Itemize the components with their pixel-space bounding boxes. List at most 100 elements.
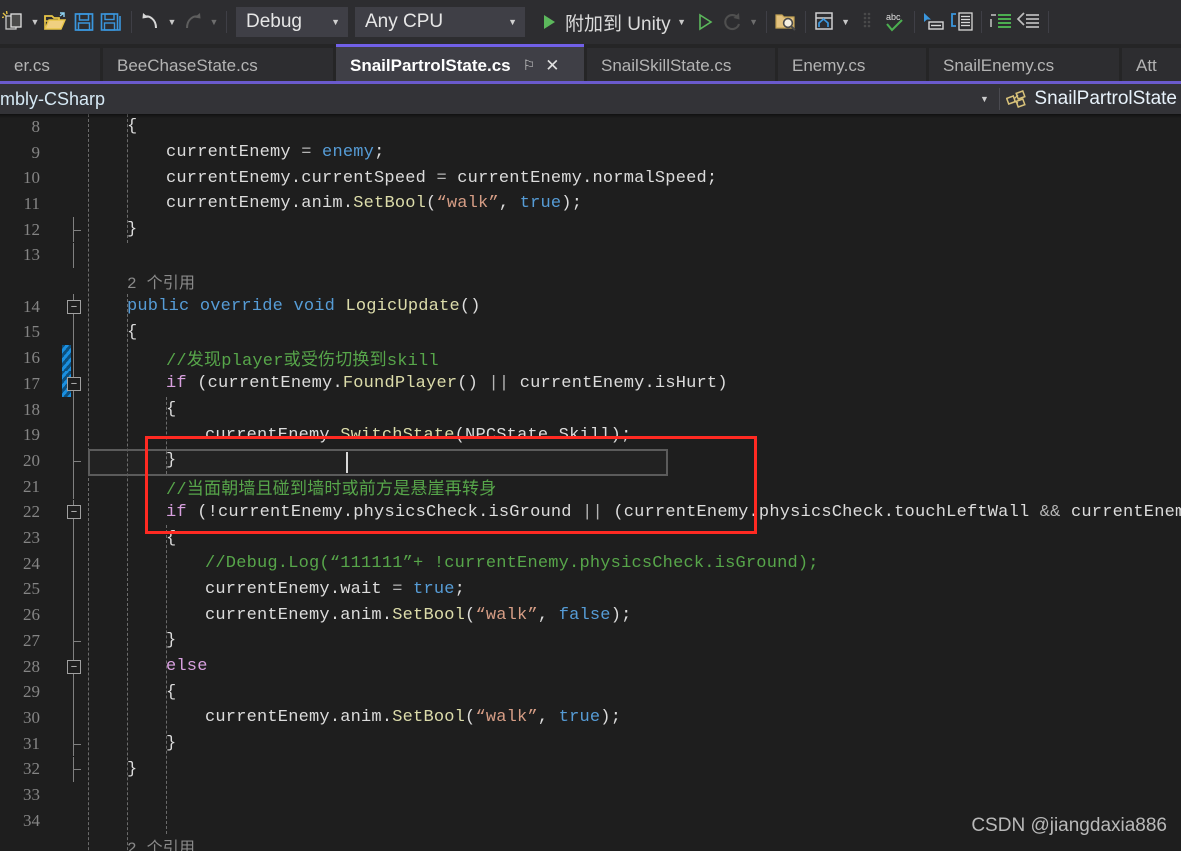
glyph-margin[interactable] — [46, 602, 88, 628]
code-text[interactable]: currentEnemy.wait = true; — [88, 577, 1181, 603]
code-text[interactable]: } — [88, 757, 1181, 783]
toolbar-new-project[interactable]: ▼ — [0, 6, 42, 38]
glyph-margin[interactable] — [46, 679, 88, 706]
code-text[interactable]: 2 个引用 — [88, 268, 1181, 294]
code-line-row[interactable]: 19 currentEnemy. SwitchState (NPCState.Skil… — [0, 422, 1181, 449]
toolbar-spell-check[interactable]: abc — [881, 6, 909, 38]
pin-tab-icon[interactable]: ⚐ — [523, 57, 536, 74]
glyph-margin[interactable] — [46, 114, 88, 140]
type-selector[interactable]: SnailPartrolState — [1000, 84, 1181, 114]
code-line-row[interactable]: 13 — [0, 242, 1181, 269]
code-text[interactable]: public override void LogicUpdate() — [88, 294, 1181, 320]
glyph-margin[interactable] — [46, 628, 88, 654]
editor-tab[interactable]: SnailPartrolState.cs ⚐ ✕ — [336, 44, 584, 84]
toolbar-save[interactable] — [70, 6, 98, 38]
code-line-row[interactable]: 17− if (currentEnemy. FoundPlayer() || cur… — [0, 371, 1181, 397]
code-text[interactable]: currentEnemy. SwitchState (NPCState.Skill)… — [88, 422, 1181, 448]
toolbar-start-without-debugging[interactable] — [691, 6, 719, 38]
glyph-margin[interactable] — [46, 576, 88, 603]
glyph-margin[interactable] — [46, 140, 88, 166]
code-text[interactable]: currentEnemy.anim. SetBool(“walk”, true); — [88, 191, 1181, 217]
code-text[interactable]: if (currentEnemy. FoundPlayer() || curren… — [88, 371, 1181, 397]
code-text[interactable]: } — [88, 731, 1181, 757]
toolbar-save-all[interactable] — [98, 6, 126, 38]
platform-dropdown[interactable]: Any CPU ▼ — [355, 7, 525, 37]
code-text[interactable]: { — [88, 114, 1181, 140]
code-line-row[interactable]: 16 //发现player或受伤切换到skill — [0, 345, 1181, 371]
glyph-margin[interactable] — [46, 242, 88, 269]
glyph-margin[interactable] — [46, 525, 88, 551]
glyph-margin[interactable]: − — [46, 371, 88, 397]
code-line-row[interactable]: 20} — [0, 448, 1181, 474]
code-text[interactable]: currentEnemy.anim. SetBool(“walk”, false)… — [88, 602, 1181, 628]
glyph-margin[interactable]: − — [46, 499, 88, 526]
code-line-row[interactable]: 33 — [0, 782, 1181, 808]
code-line-row[interactable]: 22− if (!currentEnemy.physicsCheck.isGrou… — [0, 499, 1181, 526]
codelens-reference-count[interactable]: 2 个引用 — [88, 269, 195, 293]
glyph-margin[interactable] — [46, 473, 88, 500]
glyph-margin[interactable] — [46, 165, 88, 191]
code-line-row[interactable]: 21 //当面朝墙且碰到墙时或前方是悬崖再转身 — [0, 473, 1181, 500]
chevron-down-icon[interactable]: ▼ — [28, 8, 42, 36]
code-line-row[interactable]: 29 { — [0, 679, 1181, 706]
glyph-margin[interactable] — [46, 422, 88, 449]
code-line-row[interactable]: 9 currentEnemy = enemy; — [0, 140, 1181, 166]
close-icon[interactable]: ✕ — [545, 56, 559, 76]
code-line-row[interactable]: 25 currentEnemy.wait = true; — [0, 576, 1181, 603]
build-configuration-dropdown[interactable]: Debug ▼ — [236, 7, 348, 37]
toolbar-comment-selection[interactable] — [920, 6, 948, 38]
code-text[interactable]: { — [88, 679, 1181, 705]
toolbar-overflow[interactable] — [853, 6, 881, 38]
code-text[interactable] — [88, 243, 1181, 269]
collapse-toggle[interactable]: − — [67, 376, 81, 391]
editor-tab[interactable]: BeeChaseState.cs — [103, 48, 333, 84]
code-text[interactable]: { — [88, 320, 1181, 346]
glyph-margin[interactable] — [46, 448, 88, 474]
editor-tab[interactable]: SnailSkillState.cs — [587, 48, 775, 84]
chevron-down-icon[interactable]: ▼ — [675, 8, 689, 36]
collapse-toggle[interactable]: − — [67, 299, 81, 314]
glyph-margin[interactable] — [46, 782, 88, 808]
code-text[interactable]: if (!currentEnemy.physicsCheck.isGround … — [88, 500, 1181, 526]
code-line-row[interactable]: 23 { — [0, 525, 1181, 551]
code-text[interactable]: //当面朝墙且碰到墙时或前方是悬崖再转身 — [88, 474, 1181, 500]
editor-tab[interactable]: SnailEnemy.cs — [929, 48, 1119, 84]
code-text[interactable]: { — [88, 525, 1181, 551]
collapse-toggle[interactable]: − — [67, 505, 81, 520]
editor-tab[interactable]: er.cs — [0, 48, 100, 84]
chevron-down-icon[interactable]: ▼ — [969, 94, 999, 104]
code-text[interactable]: } — [88, 448, 1181, 474]
toolbar-open-file[interactable] — [42, 6, 70, 38]
glyph-margin[interactable] — [46, 756, 88, 783]
code-line-row[interactable]: 32} — [0, 756, 1181, 783]
toolbar-search-solution[interactable] — [772, 6, 800, 38]
editor-tab[interactable]: Att — [1122, 48, 1181, 84]
glyph-margin[interactable] — [46, 834, 88, 851]
attach-to-unity-button[interactable]: 附加到 Unity ▼ — [535, 6, 691, 38]
code-line-row[interactable]: 24 //Debug.Log(“111111”+ !currentEnemy.ph… — [0, 550, 1181, 577]
glyph-margin[interactable] — [46, 345, 88, 371]
code-line-row[interactable]: 8{ — [0, 114, 1181, 140]
code-line-row[interactable]: 27} — [0, 628, 1181, 654]
toolbar-increase-indent[interactable] — [987, 6, 1015, 38]
code-line-row[interactable]: 26 currentEnemy.anim. SetBool(“walk”, fals… — [0, 602, 1181, 628]
code-line-row[interactable]: 30 currentEnemy.anim. SetBool(“walk”, true… — [0, 705, 1181, 731]
editor-tab[interactable]: Enemy.cs — [778, 48, 926, 84]
code-text[interactable]: //发现player或受伤切换到skill — [88, 345, 1181, 371]
code-text[interactable]: //Debug.Log(“111111”+ !currentEnemy.phys… — [88, 551, 1181, 577]
chevron-down-icon[interactable]: ▼ — [165, 8, 179, 36]
code-line-row[interactable]: 10 currentEnemy.currentSpeed = currentEne… — [0, 165, 1181, 191]
glyph-margin[interactable]: − — [46, 293, 88, 320]
code-editor[interactable]: 8{9 currentEnemy = enemy; 10 currentEnemy.c… — [0, 114, 1181, 851]
glyph-margin[interactable] — [46, 268, 88, 294]
code-line-row[interactable]: 14− public override void LogicUpdate() — [0, 293, 1181, 320]
code-line-row[interactable]: 18 { — [0, 396, 1181, 423]
glyph-margin[interactable]: − — [46, 653, 88, 680]
code-text[interactable]: else — [88, 654, 1181, 680]
code-text[interactable]: } — [88, 217, 1181, 243]
code-line-row[interactable]: 31} — [0, 730, 1181, 757]
codelens-reference-count[interactable]: 2 个引用 — [88, 834, 195, 851]
glyph-margin[interactable] — [46, 808, 88, 834]
code-line-row[interactable]: 15 { — [0, 319, 1181, 346]
toolbar-decrease-indent[interactable] — [1015, 6, 1043, 38]
